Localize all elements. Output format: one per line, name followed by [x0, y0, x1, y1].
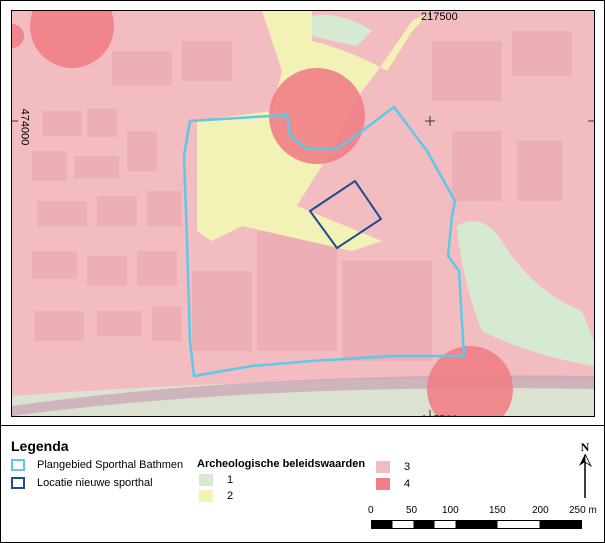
north-label: N: [580, 440, 590, 454]
scale-bar-graphic: [371, 520, 582, 529]
legend-item-class2: 2: [199, 490, 233, 502]
scale-tick-250: 250 m: [569, 505, 597, 516]
class4-swatch: [376, 478, 390, 490]
map-layout-frame: 217500 217500 474000 474000 Legenda Plan…: [0, 0, 605, 543]
grid-label-bottom: 217500: [421, 414, 458, 416]
north-arrow-icon: [579, 454, 593, 498]
legend-item-locatie: Locatie nieuwe sporthal: [11, 477, 153, 489]
locatie-label: Locatie nieuwe sporthal: [37, 477, 153, 489]
map-canvas[interactable]: 217500 217500 474000 474000: [11, 10, 595, 417]
class1-label: 1: [227, 474, 234, 486]
scale-tick-100: 100: [442, 505, 459, 516]
grid-label-right: 474000: [593, 109, 594, 146]
scale-tick-200: 200: [532, 505, 549, 516]
legend-item-class1: 1: [199, 474, 233, 486]
scale-bar: 0 50 100 150 200 250 m: [368, 505, 601, 539]
legend-item-class3: 3: [376, 461, 410, 473]
grid-label-left: 474000: [18, 108, 31, 146]
legend-item-class4: 4: [376, 478, 410, 490]
class2-label: 2: [227, 490, 234, 502]
grid-label-top: 217500: [421, 11, 458, 23]
class3-label: 3: [404, 461, 411, 473]
north-arrow: N: [575, 440, 595, 500]
scale-tick-150: 150: [489, 505, 506, 516]
class1-swatch: [199, 474, 213, 486]
scale-tick-50: 50: [406, 505, 418, 516]
plangebied-swatch: [11, 459, 25, 471]
archaeology-map-svg: [12, 11, 594, 416]
archaeology-legend-title: Archeologische beleidswaarden: [197, 458, 366, 470]
legend-panel: Legenda Plangebied Sporthal Bathmen Loca…: [1, 425, 604, 543]
plangebied-label: Plangebied Sporthal Bathmen: [37, 459, 184, 471]
legend-item-plangebied: Plangebied Sporthal Bathmen: [11, 459, 183, 471]
class3-swatch: [376, 461, 390, 473]
legend-title: Legenda: [11, 438, 69, 454]
locatie-swatch: [11, 477, 25, 489]
class4-label: 4: [404, 478, 411, 490]
scale-tick-0: 0: [368, 505, 374, 516]
class2-swatch: [199, 490, 213, 502]
